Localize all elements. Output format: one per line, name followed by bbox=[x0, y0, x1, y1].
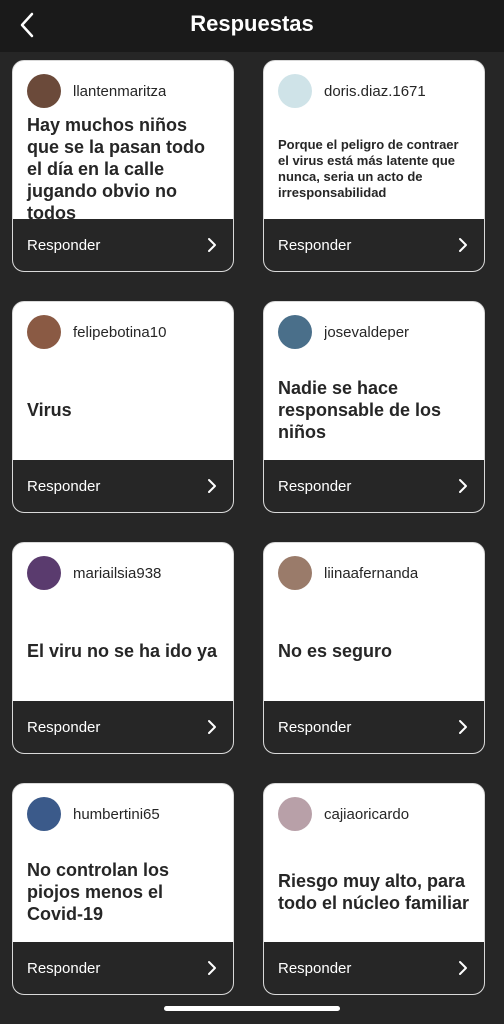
card-user[interactable]: cajiaoricardo bbox=[278, 796, 474, 832]
respond-button[interactable]: Responder bbox=[264, 701, 484, 753]
username: humbertini65 bbox=[73, 805, 160, 823]
response-text: El viru no se ha ido ya bbox=[27, 641, 218, 661]
chevron-right-icon bbox=[459, 238, 467, 252]
response-card: doris.diaz.1671 Porque el peligro de con… bbox=[263, 60, 485, 272]
avatar bbox=[27, 315, 61, 349]
response-card: josevaldeper Nadie se hace responsable d… bbox=[263, 301, 485, 513]
chevron-right-icon bbox=[208, 479, 216, 493]
avatar bbox=[278, 74, 312, 108]
username: doris.diaz.1671 bbox=[324, 82, 426, 100]
respond-button[interactable]: Responder bbox=[13, 701, 233, 753]
avatar bbox=[27, 797, 61, 831]
card-user[interactable]: felipebotina10 bbox=[27, 314, 223, 350]
response-text: Hay muchos niños que se la pasan todo el… bbox=[27, 115, 206, 223]
respond-button[interactable]: Responder bbox=[13, 460, 233, 512]
chevron-right-icon bbox=[208, 238, 216, 252]
respond-label: Responder bbox=[27, 236, 101, 254]
response-card: felipebotina10 Virus Responder bbox=[12, 301, 234, 513]
respond-label: Responder bbox=[278, 718, 352, 736]
chevron-right-icon bbox=[459, 961, 467, 975]
card-user[interactable]: humbertini65 bbox=[27, 796, 223, 832]
card-user[interactable]: llantenmaritza bbox=[27, 73, 223, 109]
respond-label: Responder bbox=[27, 959, 101, 977]
avatar bbox=[278, 556, 312, 590]
response-text: No es seguro bbox=[278, 641, 393, 661]
respond-label: Responder bbox=[27, 718, 101, 736]
response-text: Virus bbox=[27, 400, 72, 420]
chevron-right-icon bbox=[459, 479, 467, 493]
chevron-right-icon bbox=[208, 720, 216, 734]
response-text: Nadie se hace responsable de los niños bbox=[278, 378, 442, 442]
home-indicator[interactable] bbox=[164, 1006, 340, 1011]
card-user[interactable]: liinaafernanda bbox=[278, 555, 474, 591]
response-text: No controlan los piojos menos el Covid-1… bbox=[27, 860, 170, 924]
respond-button[interactable]: Responder bbox=[264, 460, 484, 512]
respond-button[interactable]: Responder bbox=[13, 219, 233, 271]
username: mariailsia938 bbox=[73, 564, 162, 582]
card-user[interactable]: josevaldeper bbox=[278, 314, 474, 350]
respond-label: Responder bbox=[278, 477, 352, 495]
page-title: Respuestas bbox=[190, 11, 314, 36]
response-text: Porque el peligro de contraer el virus e… bbox=[278, 137, 459, 200]
header-bar: Respuestas bbox=[0, 0, 504, 52]
username: liinaafernanda bbox=[324, 564, 419, 582]
response-card: llantenmaritza Hay muchos niños que se l… bbox=[12, 60, 234, 272]
response-card: mariailsia938 El viru no se ha ido ya Re… bbox=[12, 542, 234, 754]
respond-button[interactable]: Responder bbox=[13, 942, 233, 994]
response-card: liinaafernanda No es seguro Responder bbox=[263, 542, 485, 754]
chevron-right-icon bbox=[208, 961, 216, 975]
avatar bbox=[278, 797, 312, 831]
avatar bbox=[278, 315, 312, 349]
response-text: Riesgo muy alto, para todo el núcleo fam… bbox=[278, 871, 470, 913]
respond-label: Responder bbox=[27, 477, 101, 495]
username: cajiaoricardo bbox=[324, 805, 410, 823]
username: felipebotina10 bbox=[73, 323, 167, 341]
respond-label: Responder bbox=[278, 236, 352, 254]
response-card: humbertini65 No controlan los piojos men… bbox=[12, 783, 234, 995]
card-user[interactable]: doris.diaz.1671 bbox=[278, 73, 474, 109]
avatar bbox=[27, 556, 61, 590]
response-card: cajiaoricardo Riesgo muy alto, para todo… bbox=[263, 783, 485, 995]
card-user[interactable]: mariailsia938 bbox=[27, 555, 223, 591]
avatar bbox=[27, 74, 61, 108]
respond-button[interactable]: Responder bbox=[264, 219, 484, 271]
respond-label: Responder bbox=[278, 959, 352, 977]
chevron-right-icon bbox=[459, 720, 467, 734]
username: josevaldeper bbox=[324, 323, 410, 341]
username: llantenmaritza bbox=[73, 82, 167, 100]
respond-button[interactable]: Responder bbox=[264, 942, 484, 994]
